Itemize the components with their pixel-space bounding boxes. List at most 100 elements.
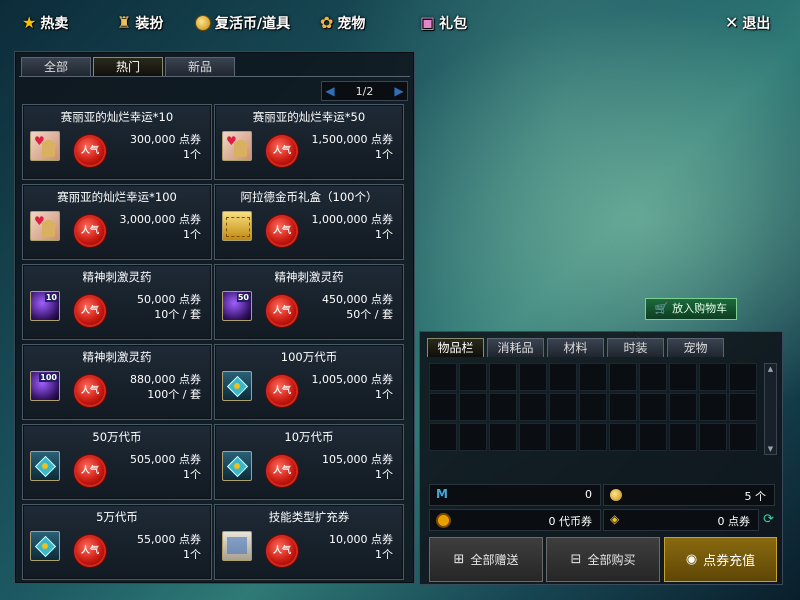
inventory-slot[interactable] — [459, 393, 487, 421]
product-quantity: 1个 — [183, 228, 201, 241]
scroll-down-icon[interactable]: ▼ — [765, 444, 776, 454]
tab-all[interactable]: 全部 — [21, 57, 91, 77]
scroll-up-icon[interactable]: ▲ — [765, 364, 776, 374]
inventory-slot[interactable] — [459, 363, 487, 391]
product-card[interactable]: 10万代币 人气 105,000 点券 1个 — [214, 424, 404, 500]
tab-inventory[interactable]: 物品栏 — [427, 338, 484, 357]
product-name: 100万代币 — [280, 350, 338, 364]
coin-icon — [195, 15, 211, 31]
recharge-button[interactable]: ◉ 点券充值 — [664, 537, 777, 582]
outfit-button[interactable]: ♜ 装扮 — [117, 12, 163, 34]
inventory-slot[interactable] — [639, 393, 667, 421]
inventory-grid — [429, 363, 763, 453]
potion-icon[interactable]: 100 — [30, 371, 60, 401]
inventory-slot[interactable] — [729, 363, 757, 391]
hot-sale-button[interactable]: ★ 热卖 — [22, 12, 68, 34]
inventory-slot[interactable] — [669, 393, 697, 421]
inventory-slot[interactable] — [519, 423, 547, 451]
inventory-slot[interactable] — [699, 363, 727, 391]
pets-button[interactable]: ✿ 宠物 — [320, 12, 365, 34]
buy-all-button[interactable]: ⊟ 全部购买 — [546, 537, 660, 582]
pets-label: 宠物 — [337, 16, 366, 32]
potion-icon[interactable]: 50 — [222, 291, 252, 321]
gold-coin-balance: 5 个 — [603, 484, 775, 506]
inventory-slot[interactable] — [429, 363, 457, 391]
product-card[interactable]: 阿拉德金币礼盒（100个） 人气 1,000,000 点券 1个 — [214, 184, 404, 260]
popular-badge: 人气 — [268, 297, 296, 325]
inventory-slot[interactable] — [429, 423, 457, 451]
inventory-slot[interactable] — [579, 393, 607, 421]
product-price: 300,000 点券 — [130, 133, 201, 146]
close-icon: ✕ — [725, 13, 739, 32]
gold-box-icon[interactable] — [222, 211, 252, 241]
gift-all-button[interactable]: ⊞ 全部赠送 — [429, 537, 543, 582]
tab-materials[interactable]: 材料 — [547, 338, 604, 357]
gift-pack-button[interactable]: ▣ 礼包 — [420, 12, 467, 34]
next-arrow-icon[interactable]: ▶ — [391, 84, 407, 98]
ticket-icon[interactable] — [30, 131, 60, 161]
product-card[interactable]: 赛丽亚的灿烂幸运*50 人气 1,500,000 点券 1个 — [214, 104, 404, 180]
inventory-slot[interactable] — [639, 423, 667, 451]
inventory-slot[interactable] — [489, 423, 517, 451]
voucher-icon[interactable] — [222, 451, 252, 481]
inventory-scrollbar[interactable]: ▲ ▼ — [764, 363, 777, 455]
ticket-icon[interactable] — [222, 131, 252, 161]
tab-fashion[interactable]: 时装 — [607, 338, 664, 357]
revival-coin-button[interactable]: 复活币/道具 — [195, 12, 290, 34]
product-name: 精神刺激灵药 — [82, 270, 152, 284]
popular-badge: 人气 — [76, 217, 104, 245]
potion-icon[interactable]: 10 — [30, 291, 60, 321]
ticket-icon[interactable] — [30, 211, 60, 241]
inventory-slot[interactable] — [609, 363, 637, 391]
product-card[interactable]: 50万代币 人气 505,000 点券 1个 — [22, 424, 212, 500]
product-card[interactable]: 赛丽亚的灿烂幸运*100 人气 3,000,000 点券 1个 — [22, 184, 212, 260]
exit-button[interactable]: ✕ 退出 — [725, 12, 770, 34]
popular-badge: 人气 — [76, 137, 104, 165]
tab-new[interactable]: 新品 — [165, 57, 235, 77]
product-card[interactable]: 精神刺激灵药 10 人气 50,000 点券 10个 / 套 — [22, 264, 212, 340]
voucher-icon[interactable] — [30, 531, 60, 561]
inventory-slot[interactable] — [429, 393, 457, 421]
product-card[interactable]: 技能类型扩充券 人气 10,000 点券 1个 — [214, 504, 404, 580]
inventory-slot[interactable] — [519, 363, 547, 391]
points-value: 0 点券 — [717, 515, 751, 528]
product-name: 5万代币 — [96, 510, 138, 524]
product-card[interactable]: 精神刺激灵药 50 人气 450,000 点券 50个 / 套 — [214, 264, 404, 340]
paw-icon: ✿ — [320, 13, 334, 32]
inventory-slot[interactable] — [579, 363, 607, 391]
tab-hot[interactable]: 热门 — [93, 57, 163, 77]
add-to-cart-button[interactable]: 🛒 放入购物车 — [645, 298, 737, 320]
tab-pets[interactable]: 宠物 — [667, 338, 724, 357]
product-card[interactable]: 5万代币 人气 55,000 点券 1个 — [22, 504, 212, 580]
inventory-slot[interactable] — [609, 393, 637, 421]
popular-badge: 人气 — [76, 537, 104, 565]
prev-arrow-icon[interactable]: ◀ — [322, 84, 338, 98]
popular-badge: 人气 — [76, 457, 104, 485]
inventory-slot[interactable] — [699, 393, 727, 421]
voucher-icon[interactable] — [222, 371, 252, 401]
inventory-slot[interactable] — [549, 423, 577, 451]
inventory-slot[interactable] — [489, 393, 517, 421]
product-card[interactable]: 100万代币 人气 1,005,000 点券 1个 — [214, 344, 404, 420]
inventory-slot[interactable] — [549, 363, 577, 391]
inventory-slot[interactable] — [519, 393, 547, 421]
inventory-slot[interactable] — [729, 393, 757, 421]
product-card[interactable]: 赛丽亚的灿烂幸运*10 人气 300,000 点券 1个 — [22, 104, 212, 180]
inventory-slot[interactable] — [609, 423, 637, 451]
gift-all-label: 全部赠送 — [470, 553, 519, 567]
inventory-slot[interactable] — [669, 363, 697, 391]
inventory-slot[interactable] — [489, 363, 517, 391]
points-icon: ◈ — [610, 512, 620, 526]
voucher-icon[interactable] — [30, 451, 60, 481]
inventory-slot[interactable] — [549, 393, 577, 421]
product-card[interactable]: 精神刺激灵药 100 人气 880,000 点券 100个 / 套 — [22, 344, 212, 420]
inventory-slot[interactable] — [699, 423, 727, 451]
inventory-slot[interactable] — [459, 423, 487, 451]
scroll-icon[interactable] — [222, 531, 252, 561]
refresh-icon[interactable]: ⟳ — [763, 512, 774, 527]
inventory-slot[interactable] — [669, 423, 697, 451]
inventory-slot[interactable] — [639, 363, 667, 391]
inventory-slot[interactable] — [579, 423, 607, 451]
tab-consumables[interactable]: 消耗品 — [487, 338, 544, 357]
inventory-slot[interactable] — [729, 423, 757, 451]
